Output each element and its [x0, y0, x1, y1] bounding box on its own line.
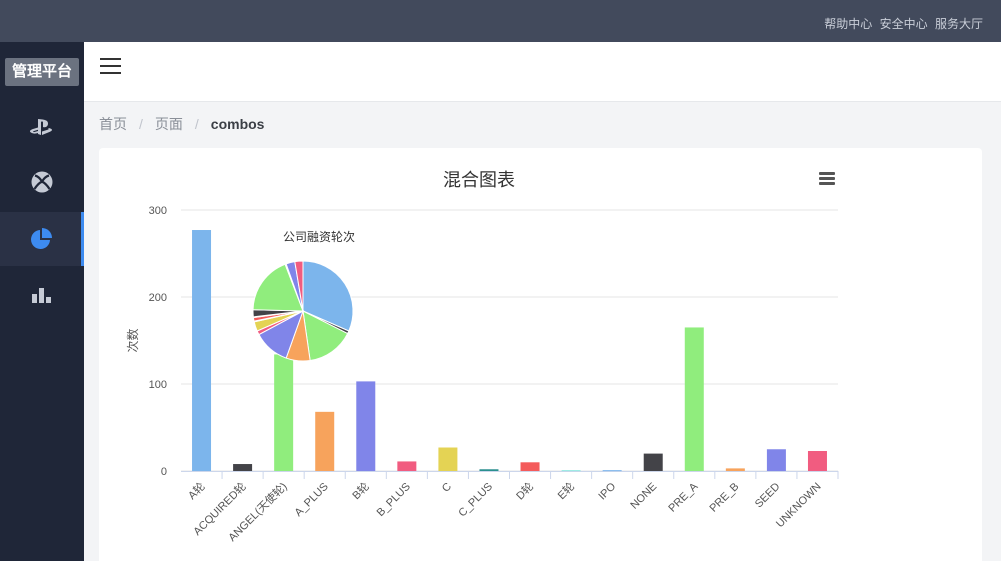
x-tick-label: PRE_A — [666, 480, 700, 514]
sidebar-item-xbox[interactable] — [0, 155, 84, 209]
breadcrumb-home[interactable]: 首页 — [99, 116, 127, 132]
bar — [684, 327, 704, 471]
playstation-icon — [29, 119, 52, 135]
app-window: 帮助中心 安全中心 服务大厅 管理平台 首页 / 页面 / combos 混合图… — [0, 0, 1001, 561]
menu-toggle-icon[interactable] — [100, 58, 121, 74]
chart-card: 混合图表 0 100 200 300 次数 A轮 ACQUIRED轮 ANGEL(天使轮) A_… — [99, 148, 982, 561]
x-tick-label: SEED — [753, 481, 783, 511]
bar-chart-icon — [32, 288, 51, 303]
x-tick-label: B轮 — [349, 479, 372, 502]
bar — [397, 461, 417, 471]
x-tick-label: E轮 — [554, 479, 577, 502]
breadcrumb-current: combos — [210, 116, 265, 132]
x-tick-label: C — [440, 481, 454, 495]
bar — [274, 354, 294, 471]
pie-chart-icon — [30, 228, 52, 249]
bar — [766, 449, 786, 471]
y-axis-title: 次数 — [125, 328, 140, 352]
y-tick-label: 300 — [149, 205, 167, 217]
breadcrumb-separator: / — [194, 116, 199, 132]
security-center-link[interactable]: 安全中心 — [880, 17, 928, 31]
bar — [479, 469, 499, 471]
sidebar-item-pie-chart[interactable] — [0, 212, 84, 266]
bar — [520, 462, 540, 471]
bar — [315, 411, 335, 471]
x-tick-label: IPO — [596, 480, 618, 502]
bar — [233, 464, 253, 471]
x-tick-label: B_PLUS — [375, 481, 413, 519]
bar — [602, 470, 622, 472]
pie-title: 公司融资轮次 — [283, 230, 355, 244]
breadcrumb: 首页 / 页面 / combos — [99, 114, 264, 134]
app-logo: 管理平台 — [5, 58, 79, 86]
top-links: 帮助中心 安全中心 服务大厅 — [820, 15, 983, 32]
y-tick-label: 200 — [149, 292, 167, 304]
bar — [725, 468, 745, 471]
breadcrumb-page[interactable]: 页面 — [155, 116, 183, 132]
bar — [807, 450, 827, 471]
breadcrumb-separator: / — [139, 116, 143, 132]
top-bar: 帮助中心 安全中心 服务大厅 — [0, 0, 1001, 42]
bar — [438, 447, 458, 471]
header-bar — [84, 42, 1001, 102]
main-content: 首页 / 页面 / combos 混合图表 0 100 200 300 次数 A轮 ACQUIRED… — [84, 42, 1001, 561]
x-tick-label: UNKNOWN — [774, 481, 824, 531]
bar — [561, 470, 581, 472]
y-tick-label: 100 — [149, 379, 167, 391]
sidebar: 管理平台 — [0, 42, 84, 561]
service-hall-link[interactable]: 服务大厅 — [935, 17, 983, 31]
x-tick-label: NONE — [628, 481, 659, 512]
x-tick-label: C_PLUS — [456, 481, 495, 520]
bar — [643, 453, 663, 471]
xbox-icon — [31, 171, 53, 193]
x-tick-label: D轮 — [513, 479, 536, 502]
x-tick-label: PRE_B — [707, 481, 741, 515]
x-tick-label: A轮 — [185, 479, 208, 502]
bar — [192, 230, 212, 471]
bar — [356, 381, 376, 471]
combo-chart: 0100200300次数A轮ACQUIRED轮ANGEL(天使轮) A_PLUS B… — [125, 205, 839, 544]
sidebar-item-bar-chart[interactable] — [0, 268, 84, 322]
y-tick-label: 0 — [161, 466, 167, 478]
sidebar-item-playstation[interactable] — [0, 101, 84, 155]
help-center-link[interactable]: 帮助中心 — [824, 17, 872, 31]
x-tick-label: A_PLUS — [293, 481, 331, 519]
